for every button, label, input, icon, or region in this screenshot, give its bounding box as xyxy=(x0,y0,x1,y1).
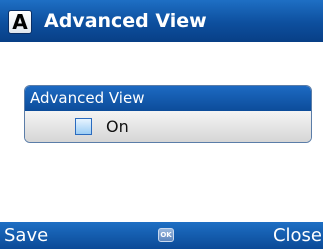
ok-key-icon[interactable]: OK xyxy=(158,228,174,242)
page-title: Advanced View xyxy=(44,10,207,32)
advanced-view-group: Advanced View On xyxy=(24,85,312,143)
close-softkey[interactable]: Close xyxy=(273,224,322,248)
on-option-row[interactable]: On xyxy=(25,111,311,142)
group-header: Advanced View xyxy=(25,86,311,111)
softkey-bar: Save OK Close xyxy=(0,222,323,249)
save-softkey[interactable]: Save xyxy=(4,224,48,248)
on-checkbox[interactable] xyxy=(75,118,92,135)
group-label: Advanced View xyxy=(30,89,145,107)
title-bar: A Advanced View xyxy=(0,0,323,42)
app-letter-icon: A xyxy=(8,10,32,34)
on-checkbox-label[interactable]: On xyxy=(106,116,129,138)
